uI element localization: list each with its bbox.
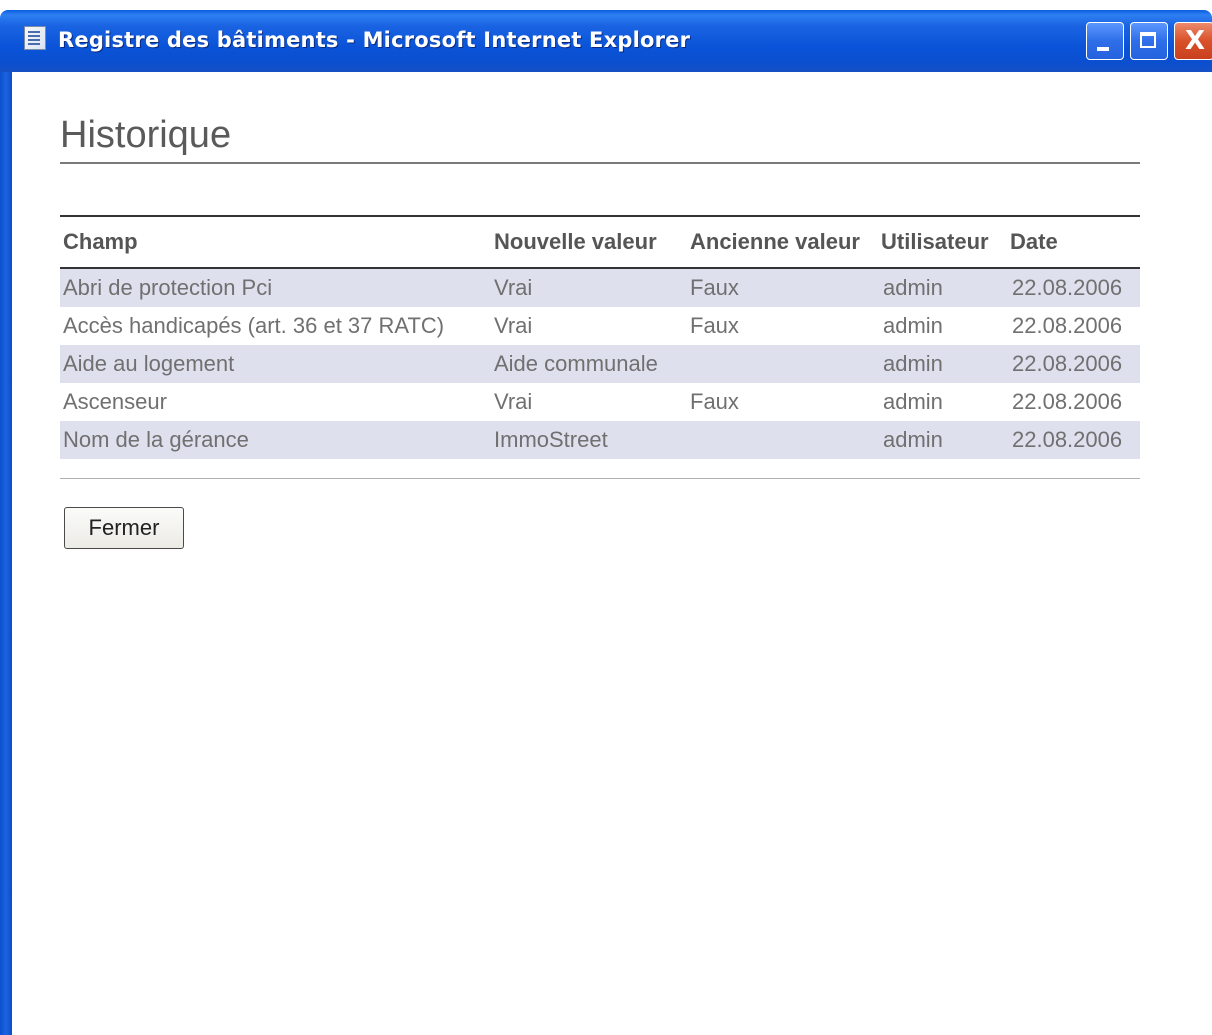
minimize-button[interactable] <box>1086 22 1124 60</box>
cell-field: Nom de la gérance <box>63 427 249 452</box>
window-frame-left <box>0 72 12 1035</box>
window-title: Registre des bâtiments - Microsoft Inter… <box>58 28 691 52</box>
close-button[interactable]: Fermer <box>64 507 184 549</box>
cell-date: 22.08.2006 <box>1012 427 1123 452</box>
table-bottom-divider <box>60 478 1140 479</box>
table-row: Ascenseur Vrai Faux admin 22.08.2006 <box>60 383 1140 421</box>
cell-field: Abri de protection Pci <box>63 275 273 300</box>
cell-old-value <box>687 345 878 383</box>
history-table-container: Champ Nouvelle valeur Ancienne valeur Ut… <box>60 215 1140 459</box>
cell-new-value: Vrai <box>494 389 533 414</box>
title-divider <box>60 162 1140 164</box>
browser-window: Registre des bâtiments - Microsoft Inter… <box>0 0 1212 1035</box>
page-content: Historique Champ Nouvelle valeur Ancienn… <box>12 72 1212 1035</box>
table-header-row: Champ Nouvelle valeur Ancienne valeur Ut… <box>60 216 1140 268</box>
cell-old-value <box>687 421 878 459</box>
cell-user: admin <box>883 427 943 452</box>
cell-new-value: Vrai <box>494 313 533 338</box>
cell-field: Accès handicapés (art. 36 et 37 RATC) <box>63 313 445 338</box>
cell-user: admin <box>883 389 943 414</box>
internet-explorer-page-icon <box>24 26 46 50</box>
history-table: Champ Nouvelle valeur Ancienne valeur Ut… <box>60 215 1140 459</box>
cell-old-value: Faux <box>690 313 739 338</box>
maximize-button[interactable] <box>1130 22 1168 60</box>
title-bar[interactable]: Registre des bâtiments - Microsoft Inter… <box>0 10 1212 72</box>
cell-date: 22.08.2006 <box>1012 351 1123 376</box>
cell-user: admin <box>883 313 943 338</box>
column-header-new-value: Nouvelle valeur <box>494 229 657 254</box>
cell-new-value: Vrai <box>494 275 533 300</box>
cell-old-value: Faux <box>690 275 739 300</box>
cell-date: 22.08.2006 <box>1012 275 1123 300</box>
close-icon: X <box>1184 26 1206 56</box>
column-header-date: Date <box>1010 229 1058 254</box>
page-title: Historique <box>60 114 232 156</box>
cell-field: Ascenseur <box>63 389 167 414</box>
column-header-field: Champ <box>63 229 138 254</box>
cell-old-value: Faux <box>690 389 739 414</box>
table-row: Nom de la gérance ImmoStreet admin 22.08… <box>60 421 1140 459</box>
cell-date: 22.08.2006 <box>1012 313 1123 338</box>
cell-user: admin <box>883 275 943 300</box>
close-window-button[interactable]: X <box>1174 22 1212 60</box>
column-header-old-value: Ancienne valeur <box>690 229 860 254</box>
cell-new-value: Aide communale <box>494 351 658 376</box>
table-row: Accès handicapés (art. 36 et 37 RATC) Vr… <box>60 307 1140 345</box>
table-row: Abri de protection Pci Vrai Faux admin 2… <box>60 268 1140 307</box>
column-header-user: Utilisateur <box>881 229 989 254</box>
cell-date: 22.08.2006 <box>1012 389 1123 414</box>
cell-new-value: ImmoStreet <box>494 427 608 452</box>
cell-user: admin <box>883 351 943 376</box>
table-row: Aide au logement Aide communale admin 22… <box>60 345 1140 383</box>
cell-field: Aide au logement <box>63 351 235 376</box>
